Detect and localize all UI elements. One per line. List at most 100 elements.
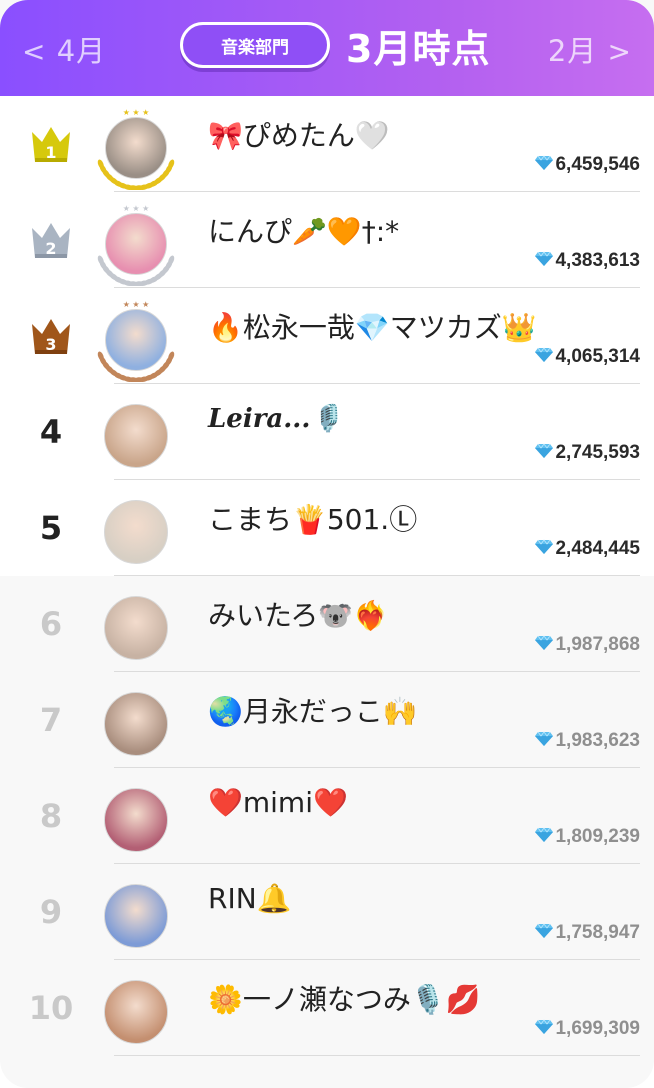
prev-month-label: 4月 [56, 34, 107, 68]
username: 🌏月永だっこ🙌 [208, 695, 418, 728]
chevron-left-icon: < [22, 35, 47, 68]
diamond-icon [534, 251, 554, 271]
score-value: 2,745,593 [555, 442, 640, 463]
score-value: 4,383,613 [555, 250, 640, 271]
rank-indicator: 6 [18, 598, 84, 650]
diamond-icon [534, 923, 554, 943]
svg-text:★ ★ ★: ★ ★ ★ [123, 204, 150, 213]
avatar-frame[interactable] [94, 682, 178, 766]
rank-indicator: 10 [18, 982, 84, 1034]
diamond-icon [534, 347, 554, 367]
avatar-frame[interactable] [94, 586, 178, 670]
username: こまち🍟501.Ⓛ [208, 503, 418, 536]
rank-indicator: 5 [18, 502, 84, 554]
rank-indicator: 8 [18, 790, 84, 842]
avatar-frame[interactable]: ★ ★ ★ [94, 106, 178, 191]
silver-crown-icon: 2 [30, 220, 72, 260]
score-display: 4,383,613 [534, 250, 640, 272]
avatar-frame[interactable] [94, 970, 178, 1054]
ranking-list: 1 ★ ★ ★ 🎀ぴめたん🤍 6,459,546 2 ★ ★ ★ にんぴ🥕🧡†:* 4,383… [0, 96, 654, 1056]
score-display: 2,484,445 [534, 538, 640, 560]
score-value: 1,809,239 [555, 826, 640, 847]
score-display: 1,699,309 [534, 1018, 640, 1040]
ranking-row[interactable]: 7 🌏月永だっこ🙌 1,983,623 [0, 672, 654, 768]
score-display: 4,065,314 [534, 346, 640, 368]
username: みいたろ🐨❤️‍🔥 [208, 599, 389, 632]
ranking-row[interactable]: 4 Leira...🎙️ 2,745,593 [0, 384, 654, 480]
diamond-icon [534, 443, 554, 463]
avatar-frame[interactable] [94, 490, 178, 574]
score-value: 1,987,868 [555, 634, 640, 655]
avatar [105, 117, 167, 179]
avatar [104, 692, 168, 756]
rank-number: 6 [39, 605, 63, 643]
diamond-icon [534, 155, 554, 175]
score-value: 4,065,314 [555, 346, 640, 367]
avatar [104, 500, 168, 564]
rank-number: 5 [39, 509, 63, 547]
username: RIN🔔 [208, 882, 292, 915]
rank-number: 8 [39, 797, 63, 835]
ranking-row[interactable]: 2 ★ ★ ★ にんぴ🥕🧡†:* 4,383,613 [0, 192, 654, 288]
rank-number: 1 [45, 143, 57, 162]
score-value: 1,699,309 [555, 1018, 640, 1039]
chevron-right-icon: > [607, 35, 632, 68]
next-month-button[interactable]: 2月 > [548, 28, 632, 70]
diamond-icon [534, 539, 554, 559]
ranking-row[interactable]: 3 ★ ★ ★ 🔥松永一哉💎マツカズ👑 4,065,314 [0, 288, 654, 384]
username: 🌼一ノ瀬なつみ🎙️💋 [208, 983, 481, 1016]
ranking-card: < 4月 音楽部門 3月時点 2月 > 1 ★ ★ ★ 🎀ぴめたん🤍 6,459,54… [0, 0, 654, 1088]
avatar [104, 884, 168, 948]
score-value: 1,983,623 [555, 730, 640, 751]
rank-indicator: 4 [18, 406, 84, 458]
avatar-frame[interactable]: ★ ★ ★ [94, 202, 178, 287]
ranking-row[interactable]: 9 RIN🔔 1,758,947 [0, 864, 654, 960]
rank-indicator: 1 [18, 118, 84, 170]
ranking-row[interactable]: 6 みいたろ🐨❤️‍🔥 1,987,868 [0, 576, 654, 672]
avatar [105, 213, 167, 275]
avatar [105, 309, 167, 371]
svg-text:★ ★ ★: ★ ★ ★ [123, 108, 150, 117]
ranking-row[interactable]: 5 こまち🍟501.Ⓛ 2,484,445 [0, 480, 654, 576]
prev-month-button[interactable]: < 4月 [22, 28, 106, 70]
ranking-row[interactable]: 8 ❤️mimi❤️ 1,809,239 [0, 768, 654, 864]
ranking-row[interactable]: 1 ★ ★ ★ 🎀ぴめたん🤍 6,459,546 [0, 96, 654, 192]
score-display: 1,758,947 [534, 922, 640, 944]
rank-number: 10 [28, 989, 74, 1027]
diamond-icon [534, 827, 554, 847]
username: ❤️mimi❤️ [208, 786, 348, 819]
category-label: 音楽部門 [221, 37, 289, 58]
avatar-frame[interactable] [94, 778, 178, 862]
score-display: 1,983,623 [534, 730, 640, 752]
score-display: 6,459,546 [534, 154, 640, 176]
diamond-icon [534, 731, 554, 751]
gold-crown-icon: 1 [30, 124, 72, 164]
rank-indicator: 9 [18, 886, 84, 938]
score-value: 1,758,947 [555, 922, 640, 943]
username: Leira...🎙️ [208, 404, 343, 434]
svg-text:★ ★ ★: ★ ★ ★ [123, 300, 150, 309]
rank-indicator: 7 [18, 694, 84, 746]
rank-number: 4 [39, 413, 63, 451]
avatar [104, 788, 168, 852]
rank-number: 2 [45, 239, 57, 258]
avatar-frame[interactable]: ★ ★ ★ [94, 298, 178, 383]
rank-number: 7 [39, 701, 63, 739]
rank-number: 3 [45, 335, 57, 354]
rank-number: 9 [39, 893, 63, 931]
rank-indicator: 3 [18, 310, 84, 362]
next-month-label: 2月 [547, 34, 598, 68]
avatar [104, 404, 168, 468]
avatar-frame[interactable] [94, 394, 178, 478]
score-display: 1,987,868 [534, 634, 640, 656]
score-value: 6,459,546 [555, 154, 640, 175]
username: 🎀ぴめたん🤍 [208, 119, 390, 152]
username: 🔥松永一哉💎マツカズ👑 [208, 311, 537, 344]
avatar [104, 980, 168, 1044]
avatar-frame[interactable] [94, 874, 178, 958]
avatar [104, 596, 168, 660]
category-pill[interactable]: 音楽部門 [180, 22, 330, 68]
period-title: 3月時点 [346, 27, 491, 71]
ranking-row[interactable]: 10 🌼一ノ瀬なつみ🎙️💋 1,699,309 [0, 960, 654, 1056]
bronze-crown-icon: 3 [30, 316, 72, 356]
